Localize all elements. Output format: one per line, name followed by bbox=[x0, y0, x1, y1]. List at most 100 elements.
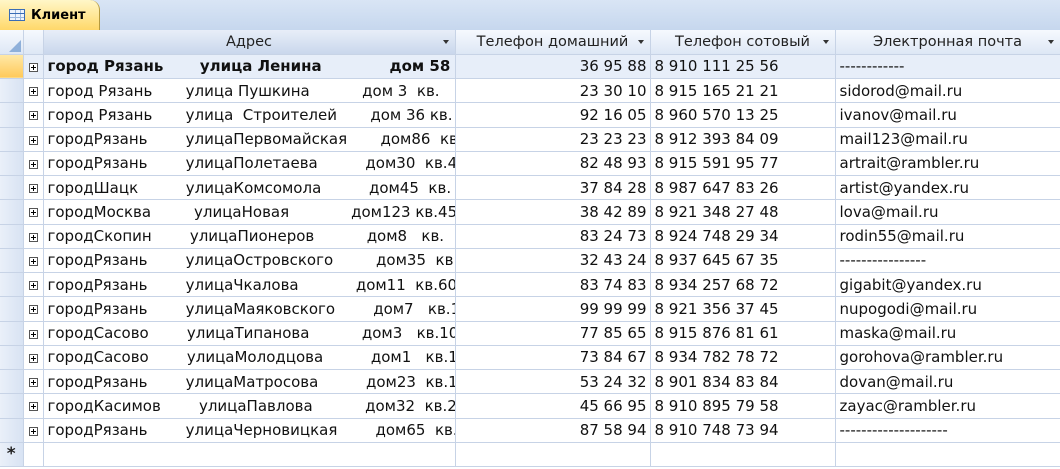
record-selector[interactable] bbox=[0, 102, 24, 128]
cell-home-phone[interactable]: 45 66 95 bbox=[455, 393, 651, 419]
tab-client[interactable]: Клиент bbox=[0, 0, 100, 30]
table-row[interactable]: городРязань улицаЧерновицкая дом65 кв.2 8… bbox=[0, 418, 1060, 443]
table-row[interactable]: городРязань улицаОстровского дом35 кв.3 3… bbox=[0, 248, 1060, 274]
record-selector[interactable] bbox=[0, 321, 24, 346]
cell-mobile-phone[interactable]: 8 924 748 29 34 bbox=[650, 224, 836, 249]
expand-plus-icon[interactable] bbox=[28, 232, 38, 242]
cell-email[interactable]: artist@yandex.ru bbox=[835, 175, 1060, 201]
cell-mobile-phone[interactable]: 8 987 647 83 26 bbox=[650, 175, 836, 201]
expand-plus-icon[interactable] bbox=[28, 353, 38, 363]
cell-address[interactable]: городШацк улицаКомсомола дом45 кв. bbox=[43, 175, 456, 201]
cell-mobile-phone[interactable]: 8 912 393 84 09 bbox=[650, 127, 836, 152]
cell-home-phone[interactable]: 82 48 93 bbox=[455, 151, 651, 177]
table-row[interactable]: городСасово улицаМолодцова дом1 кв.123 73… bbox=[0, 345, 1060, 371]
table-row[interactable]: городМосква улицаНовая дом123 кв.456 38 4… bbox=[0, 199, 1060, 225]
record-selector[interactable] bbox=[0, 127, 24, 152]
cell-mobile-phone[interactable]: 8 934 782 78 72 bbox=[650, 345, 836, 371]
cell-address[interactable]: городСасово улицаТипанова дом3 кв.10 bbox=[43, 321, 456, 346]
expand-cell[interactable] bbox=[23, 175, 44, 201]
cell-mobile-phone[interactable]: 8 915 165 21 21 bbox=[650, 78, 836, 104]
record-selector[interactable] bbox=[0, 54, 24, 80]
expand-plus-icon[interactable] bbox=[28, 135, 38, 145]
expand-plus-icon[interactable] bbox=[28, 305, 38, 315]
cell-mobile-phone[interactable]: 8 937 645 67 35 bbox=[650, 248, 836, 274]
cell-home-phone[interactable]: 53 24 32 bbox=[455, 369, 651, 395]
cell-mobile-phone[interactable]: 8 960 570 13 25 bbox=[650, 102, 836, 128]
expand-cell[interactable] bbox=[23, 272, 44, 298]
cell-email[interactable]: gorohova@rambler.ru bbox=[835, 345, 1060, 371]
cell-mobile-phone[interactable]: 8 910 111 25 56 bbox=[650, 54, 836, 80]
cell-mobile-phone[interactable]: 8 910 895 79 58 bbox=[650, 393, 836, 419]
expand-plus-icon[interactable] bbox=[28, 426, 38, 436]
cell-mobile-phone[interactable]: 8 915 591 95 77 bbox=[650, 151, 836, 177]
cell-address[interactable]: городРязань улицаПолетаева дом30 кв.411 bbox=[43, 151, 456, 177]
expand-cell[interactable] bbox=[23, 151, 44, 177]
record-selector[interactable] bbox=[0, 78, 24, 104]
cell-home-phone[interactable]: 32 43 24 bbox=[455, 248, 651, 274]
table-row[interactable]: город Рязань улица Строителей дом 36 кв.… bbox=[0, 102, 1060, 128]
expand-plus-icon[interactable] bbox=[28, 184, 38, 194]
record-selector[interactable] bbox=[0, 393, 24, 419]
cell-home-phone[interactable]: 92 16 05 bbox=[455, 102, 651, 128]
expand-cell[interactable] bbox=[23, 199, 44, 225]
new-record-row[interactable]: * bbox=[0, 442, 1060, 467]
cell-email[interactable]: ivanov@mail.ru bbox=[835, 102, 1060, 128]
chevron-down-icon[interactable] bbox=[822, 40, 829, 44]
cell-address[interactable]: город Рязань улица Пушкина дом 3 кв. bbox=[43, 78, 456, 104]
cell-mobile-phone[interactable]: 8 934 257 68 72 bbox=[650, 272, 836, 298]
expand-cell[interactable] bbox=[23, 54, 44, 80]
expand-cell[interactable] bbox=[23, 393, 44, 419]
cell-address[interactable]: городРязань улицаМаяковского дом7 кв.1 bbox=[43, 296, 456, 322]
table-row[interactable]: городРязань улицаЧкалова дом11 кв.60 83 7… bbox=[0, 272, 1060, 298]
cell-mobile-phone[interactable]: 8 921 348 27 48 bbox=[650, 199, 836, 225]
cell-address[interactable]: городРязань улицаЧкалова дом11 кв.60 bbox=[43, 272, 456, 298]
expand-cell[interactable] bbox=[23, 345, 44, 371]
cell-address[interactable]: городРязань улицаМатросова дом23 кв.123 bbox=[43, 369, 456, 395]
cell-home-phone[interactable]: 83 24 73 bbox=[455, 224, 651, 249]
table-row[interactable]: городСасово улицаТипанова дом3 кв.10 77 8… bbox=[0, 321, 1060, 346]
cell-email[interactable]: nupogodi@mail.ru bbox=[835, 296, 1060, 322]
record-selector[interactable] bbox=[0, 418, 24, 443]
cell-email[interactable]: lova@mail.ru bbox=[835, 199, 1060, 225]
cell-home-phone[interactable]: 23 30 10 bbox=[455, 78, 651, 104]
column-header-address[interactable]: Адрес bbox=[43, 30, 456, 55]
column-header-email[interactable]: Электронная почта bbox=[835, 30, 1060, 55]
cell-email[interactable]: -------------------- bbox=[835, 418, 1060, 443]
record-selector[interactable] bbox=[0, 224, 24, 249]
chevron-down-icon[interactable] bbox=[637, 40, 644, 44]
cell-address[interactable]: городМосква улицаНовая дом123 кв.456 bbox=[43, 199, 456, 225]
cell-email[interactable]: dovan@mail.ru bbox=[835, 369, 1060, 395]
record-selector[interactable] bbox=[0, 272, 24, 298]
cell-email[interactable] bbox=[835, 442, 1060, 467]
cell-email[interactable]: maska@mail.ru bbox=[835, 321, 1060, 346]
table-row[interactable]: городСкопин улицаПионеров дом8 кв. 83 24 … bbox=[0, 224, 1060, 249]
cell-home-phone[interactable]: 73 84 67 bbox=[455, 345, 651, 371]
cell-mobile-phone[interactable]: 8 921 356 37 45 bbox=[650, 296, 836, 322]
expand-plus-icon[interactable] bbox=[28, 402, 38, 412]
table-row[interactable]: городРязань улицаМатросова дом23 кв.123 5… bbox=[0, 369, 1060, 395]
cell-email[interactable]: artrait@rambler.ru bbox=[835, 151, 1060, 177]
chevron-down-icon[interactable] bbox=[442, 40, 449, 44]
expand-plus-icon[interactable] bbox=[28, 281, 38, 291]
cell-email[interactable]: ------------ bbox=[835, 54, 1060, 80]
cell-home-phone[interactable]: 37 84 28 bbox=[455, 175, 651, 201]
expand-plus-icon[interactable] bbox=[28, 378, 38, 388]
cell-email[interactable]: rodin55@mail.ru bbox=[835, 224, 1060, 249]
record-selector[interactable] bbox=[0, 296, 24, 322]
table-row[interactable]: городКасимов улицаПавлова дом32 кв.27 45 … bbox=[0, 393, 1060, 419]
table-row[interactable]: городРязань улицаПервомайская дом86 кв.2… bbox=[0, 127, 1060, 152]
cell-mobile-phone[interactable]: 8 901 834 83 84 bbox=[650, 369, 836, 395]
cell-mobile-phone[interactable]: 8 915 876 81 61 bbox=[650, 321, 836, 346]
new-record-marker[interactable]: * bbox=[0, 442, 24, 467]
cell-email[interactable]: mail123@mail.ru bbox=[835, 127, 1060, 152]
record-selector[interactable] bbox=[0, 345, 24, 371]
expand-cell[interactable] bbox=[23, 418, 44, 443]
expand-cell[interactable] bbox=[23, 102, 44, 128]
expand-cell[interactable] bbox=[23, 78, 44, 104]
expand-plus-icon[interactable] bbox=[28, 159, 38, 169]
cell-email[interactable]: gigabit@yandex.ru bbox=[835, 272, 1060, 298]
cell-address[interactable] bbox=[43, 442, 456, 467]
table-row[interactable]: город Рязань улица Пушкина дом 3 кв. 23 3… bbox=[0, 78, 1060, 104]
cell-mobile-phone[interactable]: 8 910 748 73 94 bbox=[650, 418, 836, 443]
cell-email[interactable]: sidorod@mail.ru bbox=[835, 78, 1060, 104]
